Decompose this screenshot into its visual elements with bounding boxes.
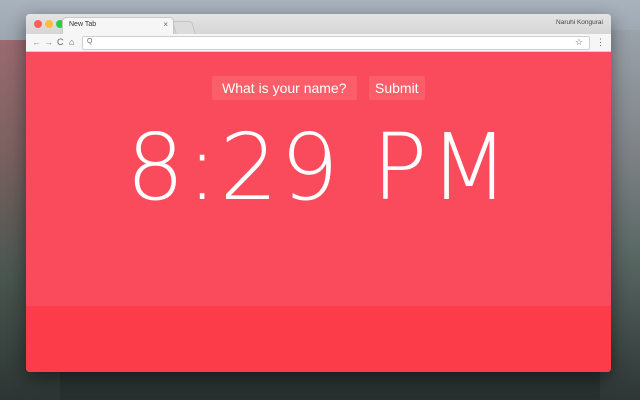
name-prompt[interactable]: What is your name? [212,76,357,100]
footer-band [26,306,611,372]
close-window-button[interactable] [34,20,42,28]
submit-button[interactable]: Submit [369,76,425,100]
back-arrow-icon[interactable]: ← [32,37,41,47]
tab-title: New Tab [69,21,97,28]
address-bar[interactable]: Q ☆ [82,36,590,50]
tab-new-tab[interactable]: New Tab × [62,17,174,35]
new-tab-page: What is your name? Submit 8:29 PM [26,52,611,372]
home-icon[interactable]: ⌂ [69,37,74,47]
search-icon: Q [87,38,93,45]
browser-toolbar: ← → C ⌂ Q ☆ ⋮ [26,34,611,52]
tab-close-icon[interactable]: × [163,20,168,29]
forward-arrow-icon[interactable]: → [44,37,53,47]
bookmark-star-icon[interactable]: ☆ [575,37,583,48]
menu-kebab-icon[interactable]: ⋮ [596,37,605,47]
profile-name[interactable]: Naruhi Kongurai [556,19,603,26]
reload-icon[interactable]: C [57,37,64,47]
minimize-window-button[interactable] [45,20,53,28]
new-tab-button[interactable] [172,21,196,35]
browser-window: New Tab × Naruhi Kongurai ← → C ⌂ Q ☆ ⋮ … [26,14,611,372]
clock-time: 8:29 PM [126,114,511,221]
title-bar: New Tab × Naruhi Kongurai [26,14,611,35]
